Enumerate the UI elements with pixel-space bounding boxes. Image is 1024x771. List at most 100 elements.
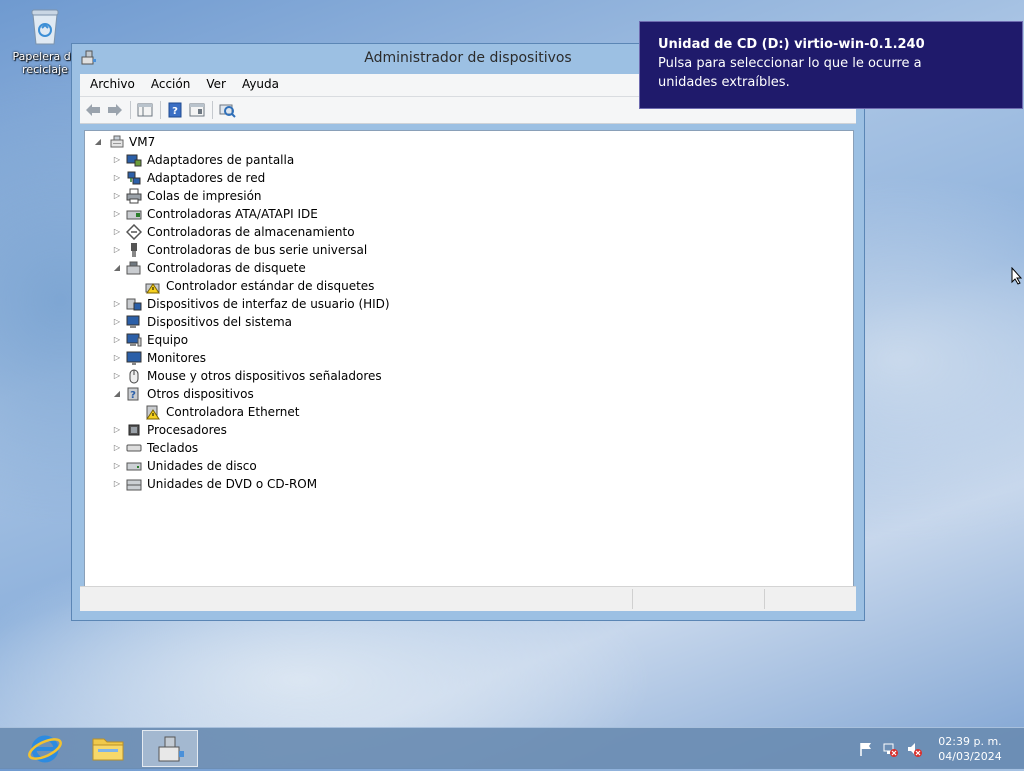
taskbar-file-explorer[interactable] [80, 730, 136, 767]
expand-arrow-icon[interactable]: ▷ [112, 223, 122, 241]
status-bar [80, 586, 856, 611]
expand-arrow-icon[interactable]: ▷ [112, 475, 122, 493]
notification-line-1: Pulsa para seleccionar lo que le ocurre … [658, 56, 922, 71]
device-manager-window[interactable]: Administrador de dispositivos Archivo Acc… [71, 43, 865, 621]
processor-icon [126, 422, 142, 438]
toolbar-separator [160, 101, 161, 119]
notification-title: Unidad de CD (D:) virtio-win-0.1.240 [658, 37, 925, 52]
status-segment [764, 589, 855, 609]
back-icon[interactable] [84, 101, 102, 119]
expand-arrow-icon[interactable]: ▷ [112, 295, 122, 313]
expand-arrow-icon[interactable]: ▷ [112, 367, 122, 385]
keyboard-icon [126, 440, 142, 456]
collapse-arrow-icon[interactable]: ◢ [112, 259, 122, 277]
network-adapter-icon [126, 170, 142, 186]
clock-time: 02:39 p. m. [938, 735, 1002, 748]
other-devices-icon: ? [126, 386, 142, 402]
collapse-arrow-icon[interactable]: ◢ [93, 133, 103, 151]
expand-arrow-icon[interactable]: ▷ [112, 349, 122, 367]
tree-category-item[interactable]: ▷ Adaptadores de pantalla [112, 151, 512, 169]
help-icon[interactable]: ? [166, 101, 184, 119]
tree-category-item[interactable]: ▷ Teclados [112, 439, 512, 457]
properties-icon[interactable] [188, 101, 206, 119]
tree-root-label: VM7 [129, 135, 156, 149]
internet-explorer-icon [28, 735, 62, 763]
tree-item-label: Equipo [147, 333, 189, 347]
show-hide-console-tree-icon[interactable] [136, 101, 154, 119]
taskbar-device-manager[interactable] [142, 730, 198, 767]
recycle-bin-label: Papelera de reciclaje [12, 50, 78, 76]
toolbar-separator [212, 101, 213, 119]
taskbar: 02:39 p. m. 04/03/2024 [0, 727, 1024, 769]
tree-category-item[interactable]: ◢? Otros dispositivos [112, 385, 512, 403]
tree-category-item[interactable]: ▷ Monitores [112, 349, 512, 367]
collapse-arrow-icon[interactable]: ◢ [112, 385, 122, 403]
expand-arrow-icon[interactable]: ▷ [112, 187, 122, 205]
taskbar-clock[interactable]: 02:39 p. m. 04/03/2024 [925, 734, 1015, 764]
recycle-bin-icon [30, 6, 60, 46]
taskbar-internet-explorer[interactable] [17, 730, 73, 767]
file-explorer-icon [92, 738, 124, 761]
tree-category-item[interactable]: ▷ Mouse y otros dispositivos señaladores [112, 367, 512, 385]
tree-item-label: Unidades de DVD o CD-ROM [147, 477, 318, 491]
tree-root-vm7[interactable]: ◢ VM7 [93, 133, 393, 151]
tree-category-item[interactable]: ▷ Dispositivos de interfaz de usuario (HI… [112, 295, 512, 313]
device-tree[interactable]: ◢ VM7 ▷ Adaptadores de pantalla ▷ Adaptador… [84, 130, 854, 587]
expand-arrow-icon[interactable]: ▷ [112, 313, 122, 331]
expand-arrow-icon[interactable]: ▷ [112, 151, 122, 169]
tree-item-label: Procesadores [147, 423, 227, 437]
computer-root-icon [109, 134, 125, 150]
tree-category-item[interactable]: ▷ Adaptadores de red [112, 169, 512, 187]
autoplay-notification[interactable]: Unidad de CD (D:) virtio-win-0.1.240 Pul… [639, 21, 1023, 109]
tree-category-item[interactable]: ▷ Controladoras de almacenamiento [112, 223, 512, 241]
tree-item-label: Otros dispositivos [147, 387, 254, 401]
menu-ayuda[interactable]: Ayuda [232, 74, 285, 91]
expand-arrow-icon[interactable]: ▷ [112, 421, 122, 439]
dvd-drive-icon [126, 476, 142, 492]
tree-item-label: Controladora Ethernet [166, 405, 300, 419]
tree-device-item[interactable]: Controlador estándar de disquetes [131, 277, 531, 295]
tree-category-item[interactable]: ◢ Controladoras de disquete [112, 259, 512, 277]
recycle-bin-shortcut[interactable]: Papelera de reciclaje [10, 6, 80, 76]
device-manager-icon [158, 736, 184, 762]
scan-hardware-icon[interactable] [218, 101, 236, 119]
expand-arrow-icon[interactable]: ▷ [112, 241, 122, 259]
tree-category-item[interactable]: ▷ Unidades de disco [112, 457, 512, 475]
printer-icon [126, 188, 142, 204]
floppy-controller-icon [126, 260, 142, 276]
tree-category-item[interactable]: ▷ Colas de impresión [112, 187, 512, 205]
tree-item-label: Adaptadores de pantalla [147, 153, 295, 167]
tree-item-label: Controladoras de disquete [147, 261, 306, 275]
forward-icon[interactable] [106, 101, 124, 119]
expand-arrow-icon[interactable]: ▷ [112, 205, 122, 223]
tree-item-label: Teclados [147, 441, 199, 455]
menu-accion[interactable]: Acción [141, 74, 196, 91]
mouse-icon [126, 368, 142, 384]
menu-ver[interactable]: Ver [196, 74, 232, 91]
expand-arrow-icon[interactable]: ▷ [112, 439, 122, 457]
expand-arrow-icon[interactable]: ▷ [112, 331, 122, 349]
tree-item-label: Controladoras de almacenamiento [147, 225, 355, 239]
tree-category-item[interactable]: ▷ Procesadores [112, 421, 512, 439]
monitor-icon [126, 350, 142, 366]
tree-category-item[interactable]: ▷ Dispositivos del sistema [112, 313, 512, 331]
tree-category-item[interactable]: ▷ Equipo [112, 331, 512, 349]
action-center-flag-icon[interactable] [858, 741, 874, 757]
tree-category-item[interactable]: ▷ Controladoras de bus serie universal [112, 241, 512, 259]
storage-controller-icon [125, 223, 143, 241]
tree-item-label: Colas de impresión [147, 189, 262, 203]
volume-muted-icon[interactable] [906, 741, 922, 757]
tree-item-label: Dispositivos de interfaz de usuario (HID… [147, 297, 390, 311]
menu-archivo[interactable]: Archivo [80, 74, 141, 91]
tree-device-item[interactable]: Controladora Ethernet [131, 403, 531, 421]
tree-category-item[interactable]: ▷ Controladoras ATA/ATAPI IDE [112, 205, 512, 223]
tree-item-label: Controladoras ATA/ATAPI IDE [147, 207, 318, 221]
network-error-icon[interactable] [882, 741, 898, 757]
expand-arrow-icon[interactable]: ▷ [112, 169, 122, 187]
tree-item-label: Dispositivos del sistema [147, 315, 293, 329]
tree-item-label: Controlador estándar de disquetes [166, 279, 375, 293]
tree-category-item[interactable]: ▷ Unidades de DVD o CD-ROM [112, 475, 512, 493]
clock-date: 04/03/2024 [938, 750, 1002, 763]
system-devices-icon [126, 314, 142, 330]
expand-arrow-icon[interactable]: ▷ [112, 457, 122, 475]
